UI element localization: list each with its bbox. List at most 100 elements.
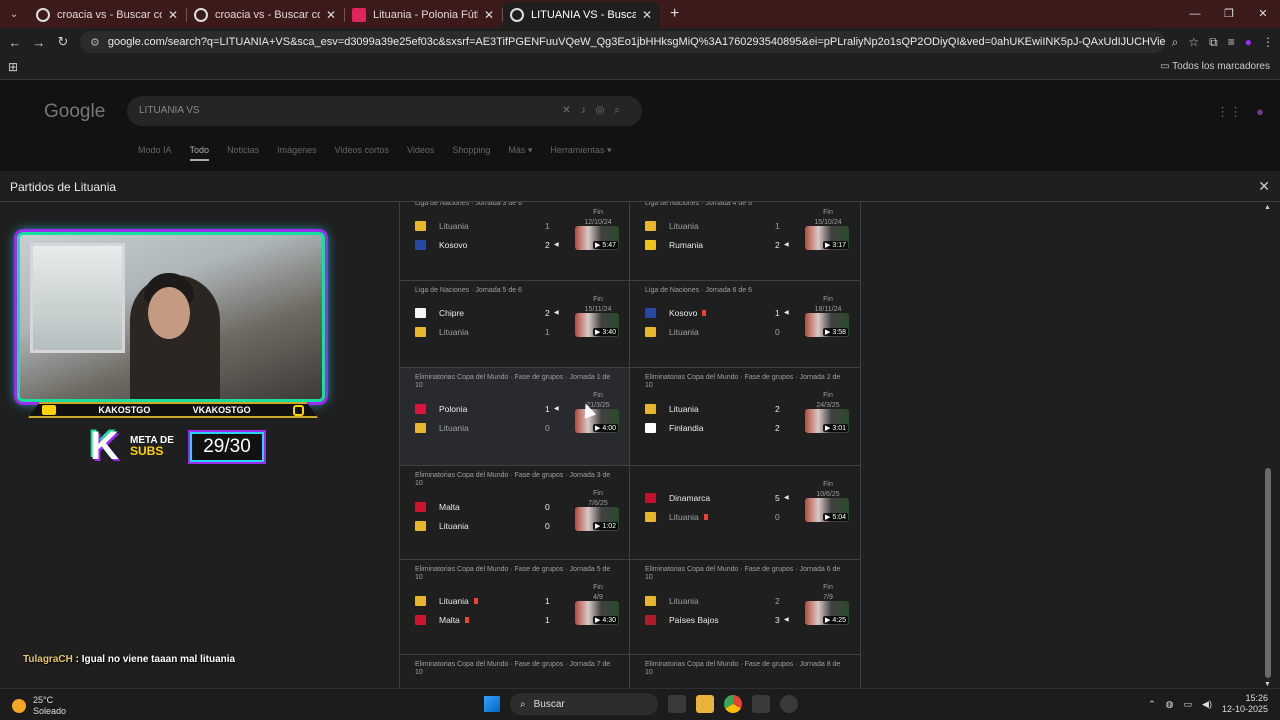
match-card[interactable]: Liga de Naciones · Jornada 4 de 6 Lituan… — [630, 202, 861, 281]
tray-chevron-icon[interactable]: ⌃ — [1148, 699, 1156, 710]
obs-icon[interactable] — [780, 695, 798, 713]
site-info-icon[interactable]: ⚙ — [90, 36, 100, 49]
match-card[interactable]: Eliminatorias Copa del Mundo · Fase de g… — [399, 368, 630, 466]
team-row: Finlandia — [645, 423, 795, 433]
search-nav-tab[interactable]: Modo IA — [138, 145, 172, 161]
search-query: LITUANIA VS — [139, 105, 200, 116]
video-duration: ▶ 3:58 — [823, 328, 848, 336]
tab-search-button[interactable]: ⌄ — [0, 0, 28, 28]
scroll-down-icon[interactable]: ▼ — [1264, 681, 1271, 688]
highlights-thumbnail[interactable]: ▶ 5:04 — [805, 498, 849, 522]
media-icon[interactable]: ≡ — [1228, 35, 1235, 49]
team-name: Lituania — [439, 423, 469, 433]
profile-avatar[interactable]: ● — [1245, 35, 1252, 49]
highlights-thumbnail[interactable]: ▶ 1:02 — [575, 507, 619, 531]
extensions-icon[interactable]: ⧉ — [1209, 35, 1218, 50]
bookmark-star-icon[interactable]: ☆ — [1188, 35, 1199, 49]
highlights-thumbnail[interactable]: ▶ 4:30 — [575, 601, 619, 625]
team-name: Dinamarca — [669, 493, 711, 503]
team-score: 1 ◀ — [775, 308, 789, 318]
browser-tab[interactable]: Lituania - Polonia Fútbol Cuota ✕ — [344, 2, 502, 28]
forward-button[interactable]: → — [27, 35, 51, 50]
match-card[interactable]: Eliminatorias Copa del Mundo · Fase de g… — [399, 560, 630, 655]
match-status: Fin 7/6/25 — [588, 490, 608, 507]
mic-icon[interactable]: ♪ — [581, 105, 596, 116]
all-bookmarks[interactable]: ▭ Todos los marcadores — [1160, 61, 1270, 72]
match-card[interactable]: Liga de Naciones · Jornada 5 de 6 Chipre… — [399, 281, 630, 368]
chrome-icon[interactable] — [724, 695, 742, 713]
volume-icon[interactable]: ◀) — [1202, 699, 1212, 710]
tab-close-icon[interactable]: ✕ — [326, 8, 336, 22]
search-nav-tab[interactable]: Todo — [189, 145, 210, 161]
apps-icon[interactable]: ⊞ — [8, 60, 18, 74]
browser-tab[interactable]: croacia vs - Buscar con Google ✕ — [28, 2, 186, 28]
back-button[interactable]: ← — [3, 35, 27, 50]
scrollbar[interactable]: ▲ ▼ — [1264, 202, 1272, 688]
display-icon[interactable]: ▭ — [1184, 699, 1193, 710]
video-duration: ▶ 4:30 — [593, 616, 618, 624]
lens-icon[interactable]: ◎ — [596, 105, 615, 116]
clock[interactable]: 15:26 12-10-2025 — [1222, 693, 1268, 715]
highlights-thumbnail[interactable]: ▶ 3:58 — [805, 313, 849, 337]
match-league: Liga de Naciones · Jornada 6 de 6 — [645, 287, 753, 294]
zoom-icon[interactable]: ⌕ — [1172, 35, 1179, 50]
tab-close-icon[interactable]: ✕ — [642, 8, 652, 22]
search-box[interactable]: LITUANIA VS ✕♪◎⌕ — [127, 96, 642, 126]
highlights-thumbnail[interactable]: ▶ 5:47 — [575, 226, 619, 250]
team-row: Rumania — [645, 240, 795, 250]
google-apps-icon[interactable]: ⋮⋮ — [1216, 104, 1242, 120]
match-card[interactable]: Eliminatorias Copa del Mundo · Fase de g… — [630, 655, 861, 688]
network-icon[interactable]: ◍ — [1166, 699, 1174, 710]
address-bar[interactable]: ⚙ google.com/search?q=LITUANIA+VS&sca_es… — [80, 31, 1165, 53]
team-flag-icon — [415, 502, 426, 512]
match-card[interactable]: Eliminatorias Copa del Mundo · Fase de g… — [630, 368, 861, 466]
tab-close-icon[interactable]: ✕ — [484, 8, 494, 22]
browser-tab[interactable]: LITUANIA VS - Buscar con Goog ✕ — [502, 2, 660, 28]
match-card[interactable]: Dinamarca 5 ◀ Lituania 0 Fin 10/6/25 ▶ 5:0… — [630, 466, 861, 560]
weather-widget[interactable]: 25°C Soleado — [12, 695, 66, 717]
account-avatar[interactable]: ● — [1256, 104, 1264, 120]
match-card[interactable]: Eliminatorias Copa del Mundo · Fase de g… — [399, 655, 630, 688]
task-view-icon[interactable] — [668, 695, 686, 713]
taskbar-search[interactable]: ⌕ Buscar — [510, 693, 658, 715]
highlights-thumbnail[interactable]: ▶ 3:17 — [805, 226, 849, 250]
new-tab-button[interactable]: + — [670, 5, 679, 23]
app-icon[interactable] — [752, 695, 770, 713]
tab-close-icon[interactable]: ✕ — [168, 8, 178, 22]
search-nav-tab[interactable]: Imágenes — [277, 145, 317, 161]
search-nav-tab[interactable]: Videos cortos — [335, 145, 389, 161]
red-card-icon — [703, 514, 708, 520]
url-text: google.com/search?q=LITUANIA+VS&sca_esv=… — [107, 36, 1165, 48]
team-score: 1 — [545, 596, 550, 606]
video-duration: ▶ 5:47 — [593, 241, 618, 249]
file-explorer-icon[interactable] — [696, 695, 714, 713]
close-icon[interactable]: ✕ — [1258, 178, 1270, 195]
restore-button[interactable]: ❐ — [1212, 0, 1246, 28]
clear-icon[interactable]: ✕ — [562, 105, 580, 116]
browser-tab[interactable]: croacia vs - Buscar con Google ✕ — [186, 2, 344, 28]
match-card[interactable]: Liga de Naciones · Jornada 6 de 6 Kosovo… — [630, 281, 861, 368]
menu-icon[interactable]: ⋮ — [1262, 35, 1274, 49]
start-button[interactable] — [484, 696, 500, 712]
webcam-window — [30, 243, 125, 353]
search-nav-tab[interactable]: Herramientas ▾ — [550, 145, 611, 161]
team-name: Países Bajos — [669, 615, 719, 625]
search-icon[interactable]: ⌕ — [614, 105, 630, 116]
search-nav-tab[interactable]: Shopping — [452, 145, 490, 161]
minimize-button[interactable]: — — [1178, 0, 1212, 28]
search-nav-tab[interactable]: Videos — [407, 145, 434, 161]
match-card[interactable]: Eliminatorias Copa del Mundo · Fase de g… — [630, 560, 861, 655]
scroll-thumb[interactable] — [1265, 468, 1271, 678]
close-window-button[interactable]: ✕ — [1246, 0, 1280, 28]
match-card[interactable]: Eliminatorias Copa del Mundo · Fase de g… — [399, 466, 630, 560]
search-nav-tab[interactable]: Noticias — [227, 145, 259, 161]
highlights-thumbnail[interactable]: ▶ 3:40 — [575, 313, 619, 337]
scroll-up-icon[interactable]: ▲ — [1264, 204, 1271, 211]
google-logo[interactable]: Google — [44, 101, 105, 123]
highlights-thumbnail[interactable]: ▶ 3:01 — [805, 409, 849, 433]
highlights-thumbnail[interactable]: ▶ 4:25 — [805, 601, 849, 625]
match-card[interactable]: Liga de Naciones · Jornada 3 de 6 Lituan… — [399, 202, 630, 281]
winner-arrow-icon: ◀ — [784, 495, 789, 501]
reload-button[interactable]: ↻ — [51, 34, 75, 50]
search-nav-tab[interactable]: Más ▾ — [508, 145, 532, 161]
